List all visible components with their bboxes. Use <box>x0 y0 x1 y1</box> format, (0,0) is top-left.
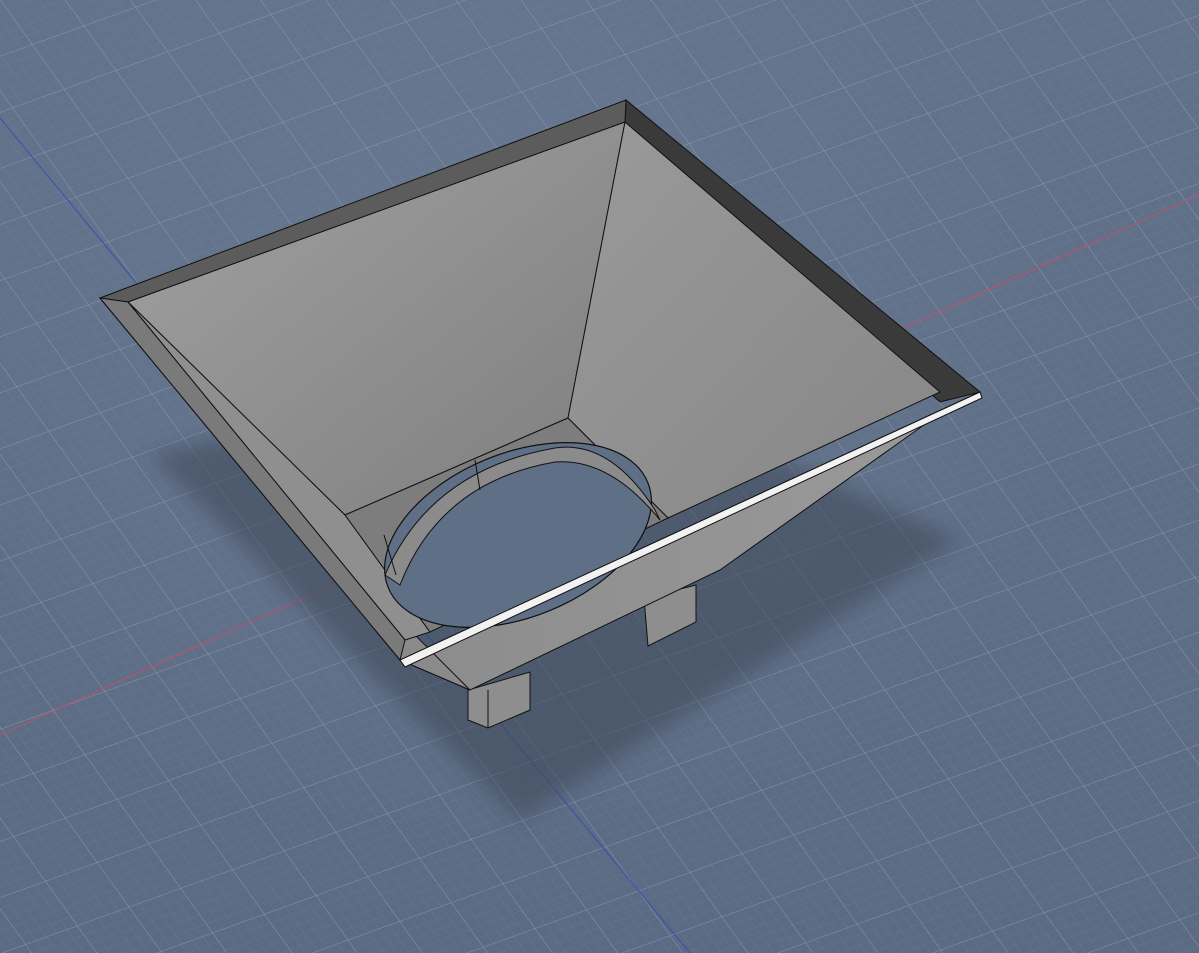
3d-viewport[interactable] <box>0 0 1199 953</box>
scene-canvas[interactable] <box>0 0 1199 953</box>
